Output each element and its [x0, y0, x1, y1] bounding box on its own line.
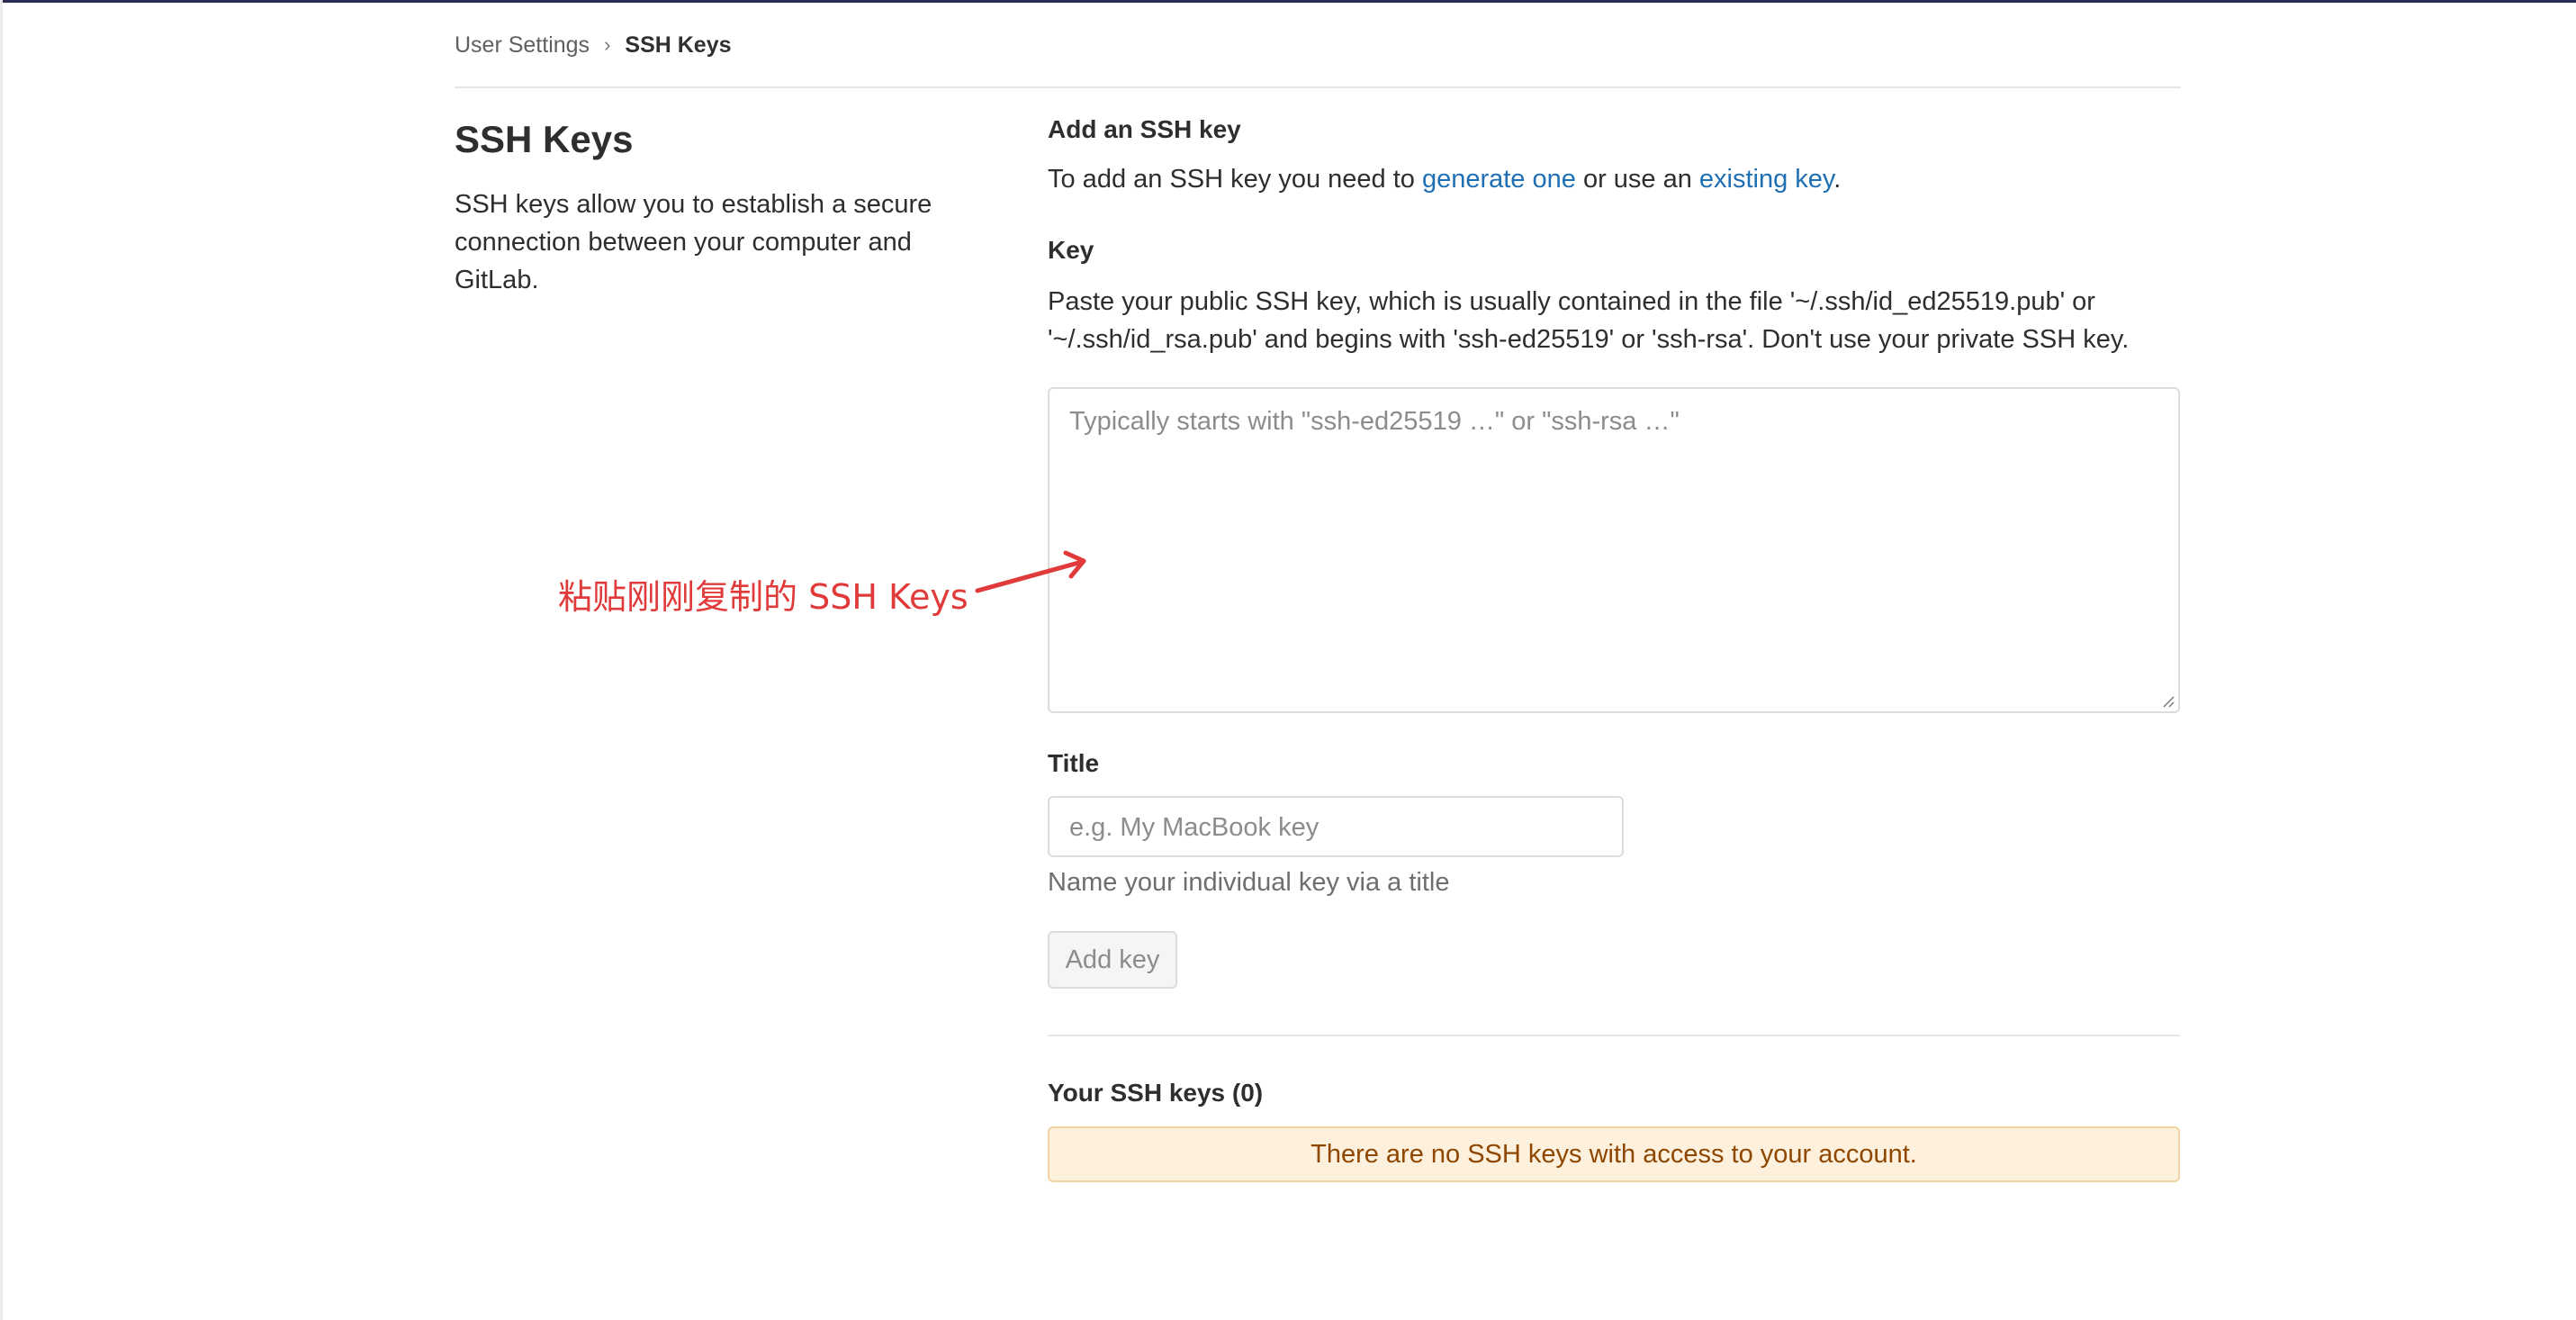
- annotation-label: 粘贴刚刚复制的 SSH Keys: [558, 577, 968, 617]
- ssh-keys-list-heading: Your SSH keys (0): [1048, 1079, 1264, 1107]
- key-label: Key: [1048, 236, 1094, 264]
- resize-handle-icon[interactable]: [2162, 695, 2175, 708]
- breadcrumb-user-settings[interactable]: User Settings: [455, 32, 590, 59]
- add-key-button[interactable]: Add key: [1048, 931, 1177, 989]
- title-input[interactable]: e.g. My MacBook key: [1048, 796, 1624, 857]
- key-help-text: Paste your public SSH key, which is usua…: [1048, 287, 2130, 354]
- title-input-placeholder: e.g. My MacBook key: [1069, 813, 1320, 842]
- header-divider: [455, 86, 2181, 88]
- intro-text-3: .: [1833, 165, 1842, 194]
- title-label: Title: [1048, 749, 1100, 777]
- form-intro: To add an SSH key you need to generate o…: [1048, 160, 1841, 198]
- page-description: SSH keys allow you to establish a secure…: [455, 190, 932, 294]
- breadcrumb-ssh-keys[interactable]: SSH Keys: [625, 32, 731, 59]
- intro-text-1: To add an SSH key you need to: [1048, 165, 1422, 194]
- title-help-text: Name your individual key via a title: [1048, 868, 1450, 897]
- section-intro: SSH Keys SSH keys allow you to establish…: [455, 113, 959, 299]
- annotation-arrow-icon: [975, 550, 1086, 593]
- key-textarea[interactable]: Typically starts with "ssh-ed25519 …" or…: [1048, 387, 2180, 713]
- key-textarea-placeholder: Typically starts with "ssh-ed25519 …" or…: [1069, 407, 1680, 436]
- page-title: SSH Keys: [455, 118, 634, 160]
- chevron-right-icon: ›: [604, 33, 611, 56]
- left-edge: [0, 0, 3, 1320]
- form-heading: Add an SSH key: [1048, 115, 1241, 143]
- form-divider: [1048, 1035, 2180, 1036]
- no-keys-alert: There are no SSH keys with access to you…: [1048, 1126, 2180, 1182]
- top-bar: [0, 0, 2576, 3]
- breadcrumb: User Settings › SSH Keys: [455, 29, 732, 61]
- generate-one-link[interactable]: generate one: [1422, 165, 1576, 194]
- intro-text-2: or use an: [1575, 165, 1699, 194]
- existing-key-link[interactable]: existing key: [1699, 165, 1833, 194]
